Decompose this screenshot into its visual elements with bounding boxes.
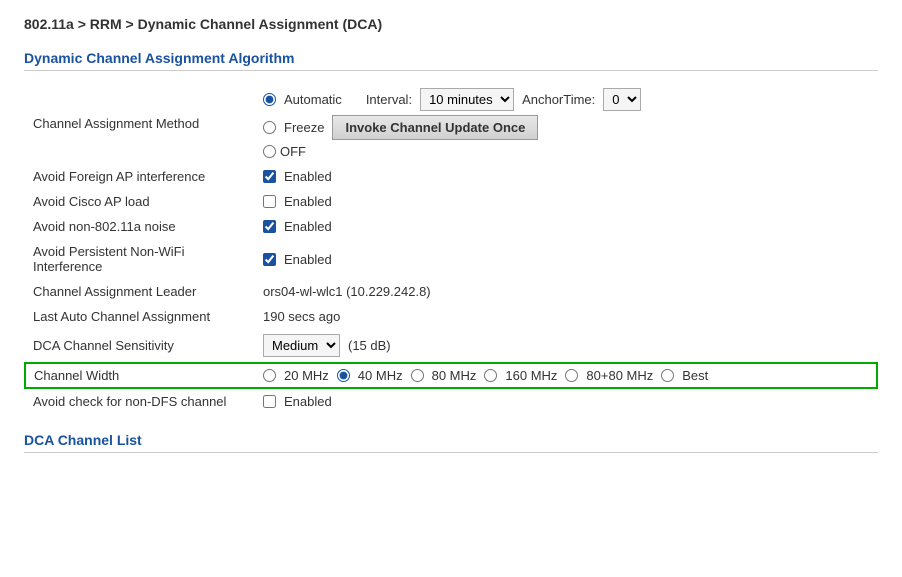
channel-assignment-value: Automatic Interval: 10 minutes 5 minutes… [255, 83, 877, 164]
cw-best-radio[interactable] [661, 369, 674, 382]
avoid-cisco-ap-value: Enabled [255, 189, 877, 214]
cw-20mhz-radio[interactable] [263, 369, 276, 382]
avoid-cisco-ap-enabled: Enabled [284, 194, 332, 209]
avoid-cisco-ap-label: Avoid Cisco AP load [25, 189, 255, 214]
avoid-persistent-label: Avoid Persistent Non-WiFi Interference [25, 239, 255, 279]
avoid-foreign-ap-enabled: Enabled [284, 169, 332, 184]
avoid-non-dfs-checkbox[interactable] [263, 395, 276, 408]
cw-20mhz-label: 20 MHz [284, 368, 329, 383]
freeze-label: Freeze [284, 120, 324, 135]
off-label: OFF [280, 144, 306, 159]
last-auto-label: Last Auto Channel Assignment [25, 304, 255, 329]
avoid-non-dfs-row: Avoid check for non-DFS channel Enabled [25, 388, 877, 414]
off-radio[interactable] [263, 145, 276, 158]
cw-8080mhz-label: 80+80 MHz [586, 368, 653, 383]
channel-width-label: Channel Width [25, 363, 255, 388]
interval-label: Interval: [366, 92, 412, 107]
avoid-noise-value: Enabled [255, 214, 877, 239]
avoid-noise-enabled: Enabled [284, 219, 332, 234]
cw-160mhz-label: 160 MHz [505, 368, 557, 383]
cw-160mhz-radio[interactable] [484, 369, 497, 382]
avoid-cisco-ap-checkbox[interactable] [263, 195, 276, 208]
avoid-noise-row: Avoid non-802.11a noise Enabled [25, 214, 877, 239]
cw-40mhz-radio[interactable] [337, 369, 350, 382]
avoid-noise-label: Avoid non-802.11a noise [25, 214, 255, 239]
cw-80mhz-radio[interactable] [411, 369, 424, 382]
avoid-non-dfs-enabled: Enabled [284, 394, 332, 409]
invoke-channel-update-button[interactable]: Invoke Channel Update Once [332, 115, 538, 140]
dca-sensitivity-select[interactable]: Low Medium High [263, 334, 340, 357]
last-auto-value: 190 secs ago [255, 304, 877, 329]
dca-sensitivity-row: DCA Channel Sensitivity Low Medium High … [25, 329, 877, 363]
channel-width-row: Channel Width 20 MHz 40 MHz 80 MHz 160 M… [25, 363, 877, 388]
breadcrumb: 802.11a > RRM > Dynamic Channel Assignme… [24, 16, 878, 32]
channel-leader-row: Channel Assignment Leader ors04-wl-wlc1 … [25, 279, 877, 304]
automatic-radio[interactable] [263, 93, 276, 106]
cw-40mhz-label: 40 MHz [358, 368, 403, 383]
avoid-persistent-value: Enabled [255, 239, 877, 279]
anchor-select[interactable]: 0123 456 [603, 88, 641, 111]
channel-assignment-label: Channel Assignment Method [25, 83, 255, 164]
channel-width-value: 20 MHz 40 MHz 80 MHz 160 MHz 80+80 MHz B… [255, 363, 877, 388]
dca-sensitivity-db: (15 dB) [348, 338, 391, 353]
automatic-label: Automatic [284, 92, 342, 107]
channel-leader-value: ors04-wl-wlc1 (10.229.242.8) [255, 279, 877, 304]
avoid-foreign-ap-value: Enabled [255, 164, 877, 189]
channel-assignment-row: Channel Assignment Method Automatic Inte… [25, 83, 877, 164]
cw-8080mhz-radio[interactable] [565, 369, 578, 382]
avoid-non-dfs-label: Avoid check for non-DFS channel [25, 388, 255, 414]
dca-list-title: DCA Channel List [24, 432, 878, 453]
avoid-persistent-checkbox[interactable] [263, 253, 276, 266]
freeze-radio[interactable] [263, 121, 276, 134]
avoid-persistent-row: Avoid Persistent Non-WiFi Interference E… [25, 239, 877, 279]
cw-best-label: Best [682, 368, 708, 383]
avoid-foreign-ap-row: Avoid Foreign AP interference Enabled [25, 164, 877, 189]
section-title: Dynamic Channel Assignment Algorithm [24, 50, 878, 71]
cw-80mhz-label: 80 MHz [432, 368, 477, 383]
avoid-persistent-enabled: Enabled [284, 252, 332, 267]
avoid-foreign-ap-checkbox[interactable] [263, 170, 276, 183]
channel-leader-label: Channel Assignment Leader [25, 279, 255, 304]
last-auto-row: Last Auto Channel Assignment 190 secs ag… [25, 304, 877, 329]
anchor-label: AnchorTime: [522, 92, 595, 107]
dca-sensitivity-value: Low Medium High (15 dB) [255, 329, 877, 363]
avoid-noise-checkbox[interactable] [263, 220, 276, 233]
interval-select[interactable]: 10 minutes 5 minutes 1 minute [420, 88, 514, 111]
avoid-non-dfs-value: Enabled [255, 388, 877, 414]
avoid-foreign-ap-label: Avoid Foreign AP interference [25, 164, 255, 189]
dca-sensitivity-label: DCA Channel Sensitivity [25, 329, 255, 363]
avoid-cisco-ap-row: Avoid Cisco AP load Enabled [25, 189, 877, 214]
